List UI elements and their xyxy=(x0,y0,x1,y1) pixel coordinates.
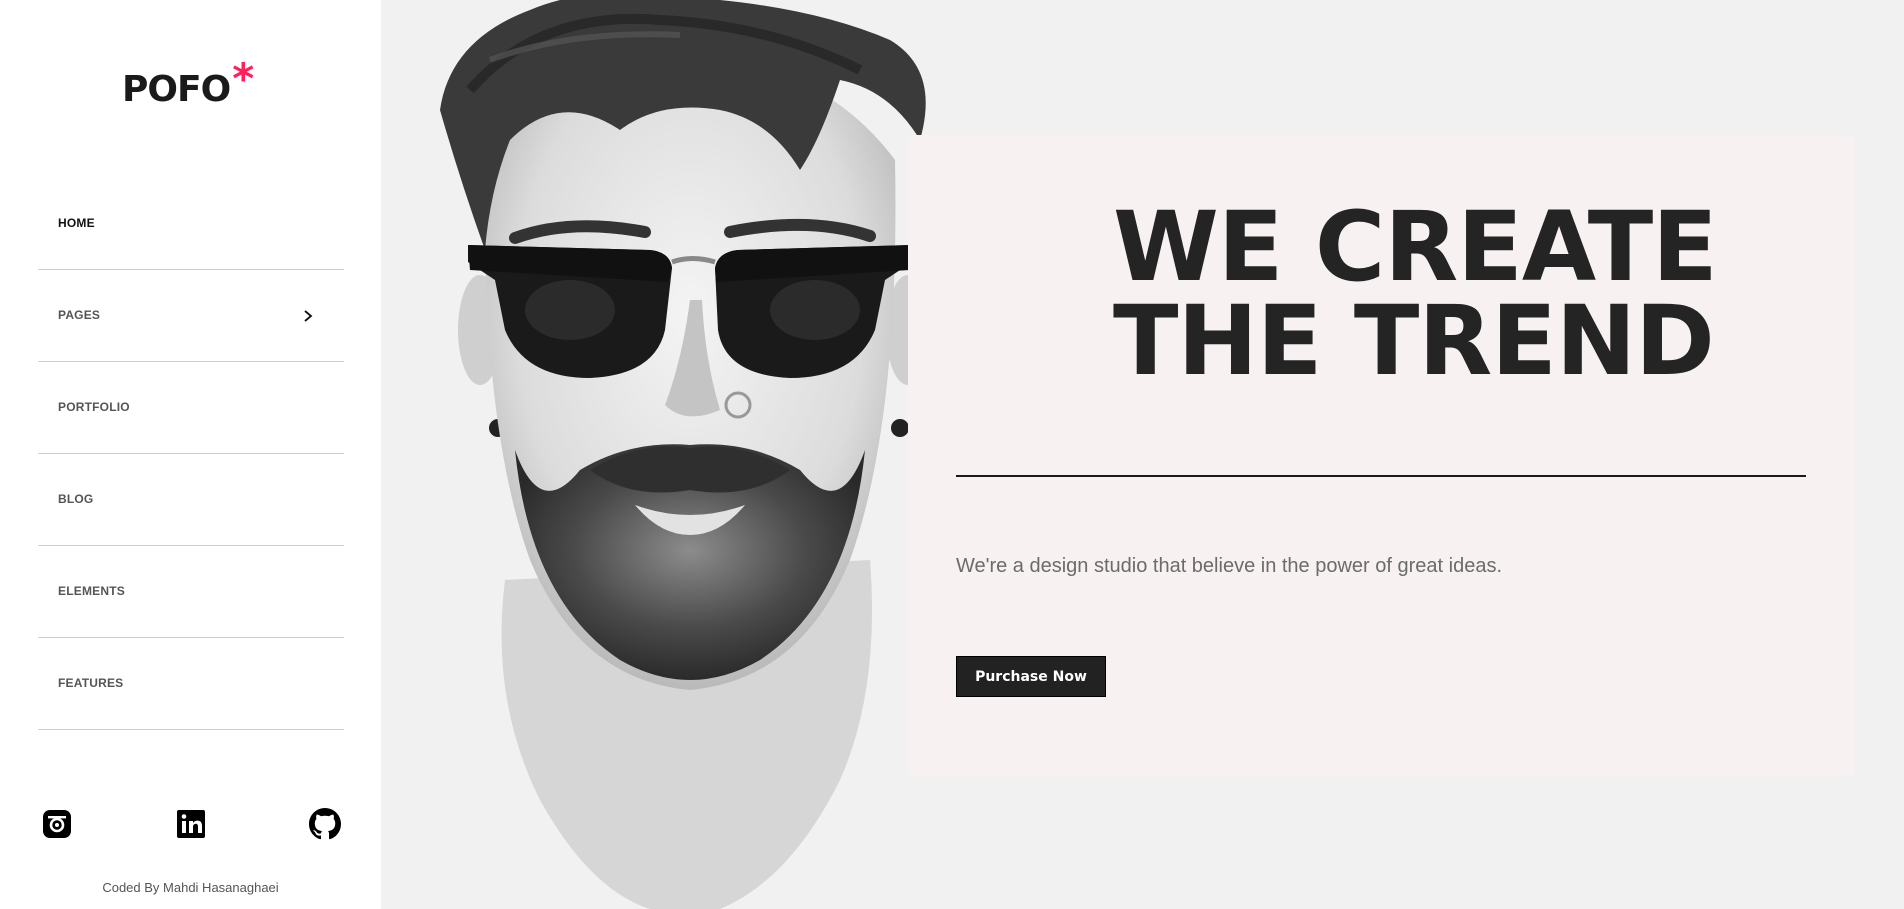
chevron-right-icon[interactable] xyxy=(302,309,314,323)
hero-headline: WE CREATE THE TREND xyxy=(1113,191,1718,397)
logo-text: POFO xyxy=(122,69,231,110)
logo-star-icon: * xyxy=(232,54,254,103)
social-links xyxy=(38,804,344,844)
nav-item-portfolio[interactable]: PORTFOLIO xyxy=(38,362,344,454)
nav-item-label: ELEMENTS xyxy=(58,584,125,598)
credit-text: Coded By Mahdi Hasanaghaei xyxy=(102,880,279,895)
hero-tagline: We're a design studio that believe in th… xyxy=(956,555,1503,577)
github-icon[interactable] xyxy=(309,808,341,840)
main-nav: HOME PAGES PORTFOLIO BLOG ELEMENTS FEATU… xyxy=(38,178,344,730)
nav-item-label: PAGES xyxy=(58,308,101,322)
nav-item-elements[interactable]: ELEMENTS xyxy=(38,546,344,638)
nav-item-blog[interactable]: BLOG xyxy=(38,454,344,546)
hero-headline-line-1: WE CREATE xyxy=(1113,191,1718,303)
divider xyxy=(956,475,1806,477)
hero-card: WE CREATE THE TREND We're a design studi… xyxy=(908,135,1854,776)
nav-item-label: BLOG xyxy=(58,492,94,506)
sidebar: POFO* HOME PAGES PORTFOLIO BLOG ELEMENTS… xyxy=(0,0,381,909)
nav-item-label: PORTFOLIO xyxy=(58,400,130,414)
nav-item-label: FEATURES xyxy=(58,676,124,690)
nav-item-label: HOME xyxy=(58,216,95,230)
nav-item-home[interactable]: HOME xyxy=(38,178,344,270)
instagram-icon[interactable] xyxy=(41,808,73,840)
logo[interactable]: POFO* xyxy=(122,54,254,115)
linkedin-icon[interactable] xyxy=(175,808,207,840)
nav-item-features[interactable]: FEATURES xyxy=(38,638,344,730)
purchase-now-button[interactable]: Purchase Now xyxy=(956,656,1106,697)
hero-headline-line-2: THE TREND xyxy=(1113,285,1715,397)
nav-item-pages[interactable]: PAGES xyxy=(38,270,344,362)
hero-portrait-image xyxy=(440,0,930,909)
